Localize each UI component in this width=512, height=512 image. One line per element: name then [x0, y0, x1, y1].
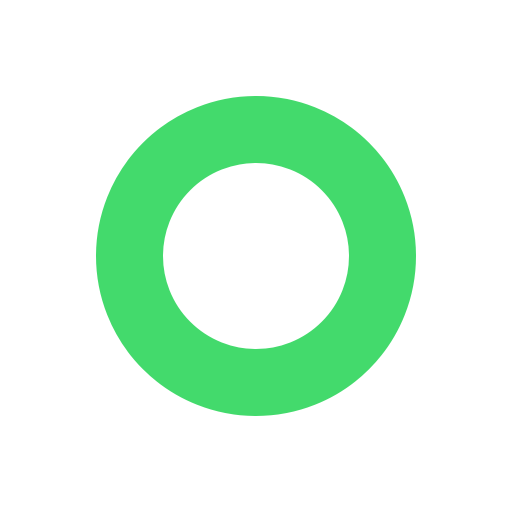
- icon-canvas: [0, 0, 512, 512]
- ring-icon: [96, 96, 416, 416]
- ring-shape: [96, 96, 416, 416]
